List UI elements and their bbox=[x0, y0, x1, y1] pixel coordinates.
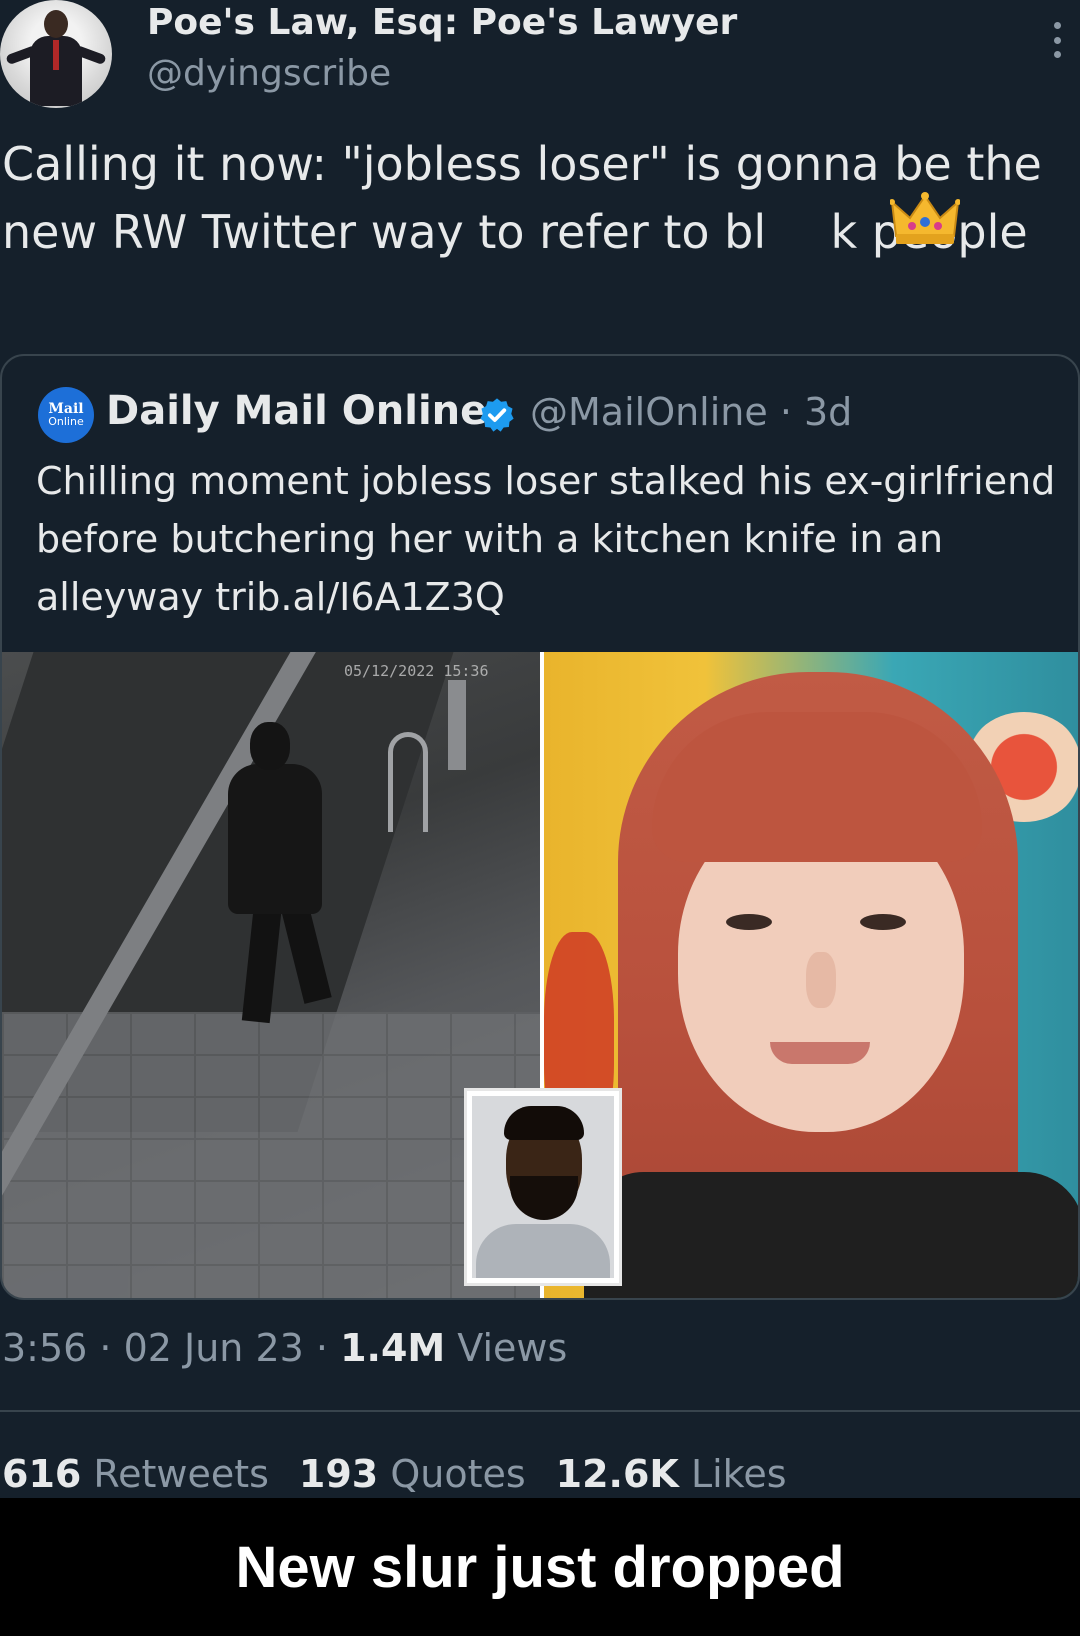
tweet-stats: 616 Retweets 193 Quotes 12.6K Likes bbox=[2, 1452, 787, 1496]
mugshot-image[interactable] bbox=[464, 1088, 622, 1286]
quotes-count: 193 bbox=[298, 1452, 379, 1496]
views-count: 1.4M bbox=[340, 1326, 446, 1370]
retweets-count: 616 bbox=[2, 1452, 82, 1496]
author-avatar[interactable] bbox=[0, 0, 112, 108]
quotes-label: Quotes bbox=[378, 1452, 526, 1496]
author-name[interactable]: Poe's Law, Esq: Poe's Lawyer bbox=[147, 2, 737, 43]
views-label: Views bbox=[445, 1326, 568, 1370]
tweet-meta: 3:56 · 02 Jun 23 · 1.4M Views bbox=[2, 1326, 567, 1370]
likes-count: 12.6K bbox=[555, 1452, 679, 1496]
divider-line bbox=[0, 1410, 1080, 1412]
quoted-tweet-card[interactable]: Mail Online Daily Mail Online @MailOnlin… bbox=[0, 354, 1080, 1300]
quoted-tweet-text: Chilling moment jobless loser stalked hi… bbox=[36, 459, 1056, 619]
quoted-author-name[interactable]: Daily Mail Online bbox=[106, 388, 487, 434]
logo-text-online: Online bbox=[48, 415, 84, 428]
cctv-image[interactable]: 05/12/2022 15:36 bbox=[2, 652, 540, 1298]
portrait-image[interactable] bbox=[544, 652, 1078, 1298]
retweets-label: Retweets bbox=[81, 1452, 269, 1496]
quoted-handle-time: @MailOnline · 3d bbox=[530, 390, 853, 434]
more-vertical-icon[interactable] bbox=[1050, 22, 1064, 58]
likes-label: Likes bbox=[678, 1452, 787, 1496]
logo-text-mail: Mail bbox=[48, 401, 84, 417]
tweet-text: Calling it now: "jobless loser" is gonna… bbox=[2, 137, 1042, 259]
tweet: Poe's Law, Esq: Poe's Lawyer @dyingscrib… bbox=[0, 0, 1080, 1498]
meme-caption-bar: New slur just dropped bbox=[0, 1498, 1080, 1636]
quoted-media[interactable]: 05/12/2022 15:36 bbox=[2, 652, 1078, 1298]
quotes-stat[interactable]: 193 Quotes bbox=[299, 1452, 526, 1496]
crown-icon bbox=[890, 192, 960, 244]
verified-badge-icon bbox=[480, 398, 514, 432]
mailonline-logo[interactable]: Mail Online bbox=[38, 387, 94, 443]
meme-caption: New slur just dropped bbox=[235, 1535, 845, 1600]
cctv-timestamp: 05/12/2022 15:36 bbox=[344, 662, 489, 680]
author-handle[interactable]: @dyingscribe bbox=[147, 53, 391, 94]
tweet-time[interactable]: 3:56 · 02 Jun 23 · bbox=[2, 1326, 340, 1370]
likes-stat[interactable]: 12.6K Likes bbox=[556, 1452, 787, 1496]
retweets-stat[interactable]: 616 Retweets bbox=[2, 1452, 269, 1496]
